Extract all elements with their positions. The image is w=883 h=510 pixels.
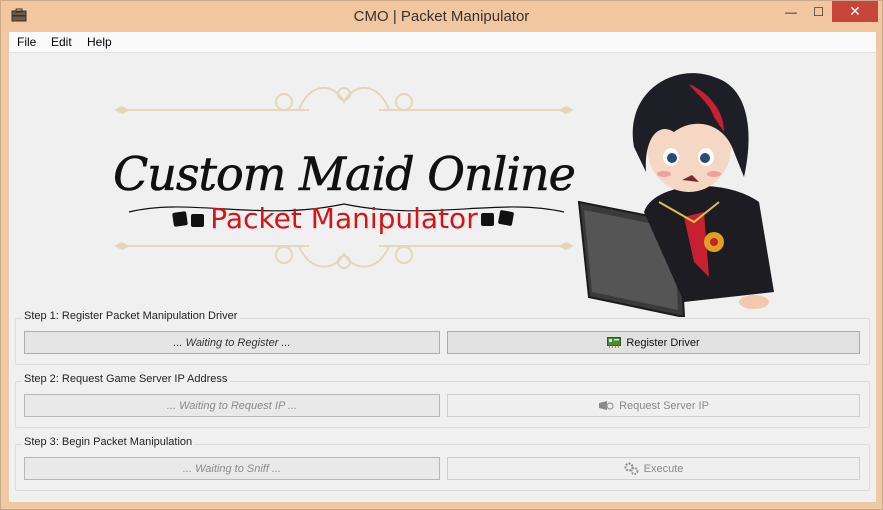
request-server-ip-label: Request Server IP xyxy=(619,399,709,412)
banner-logo: Custom Maid Online Packet Manipulator xyxy=(113,86,576,269)
close-button[interactable]: ✕ xyxy=(832,1,878,22)
menu-bar: File Edit Help xyxy=(9,32,876,53)
execute-label: Execute xyxy=(643,462,684,475)
step-1-label: Step 1: Register Packet Manipulation Dri… xyxy=(22,310,240,322)
step-1-status: ... Waiting to Register ... xyxy=(24,331,440,354)
step-3-label: Step 3: Begin Packet Manipulation xyxy=(22,436,195,448)
network-card-icon xyxy=(607,337,622,348)
menu-edit[interactable]: Edit xyxy=(51,35,72,49)
mascot-illustration xyxy=(577,73,774,317)
window-title: CMO | Packet Manipulator xyxy=(353,8,530,25)
maximize-button[interactable]: ☐ xyxy=(805,1,832,22)
step-3-status: ... Waiting to Sniff ... xyxy=(24,457,440,480)
gears-icon xyxy=(624,462,639,475)
step-1-group: Step 1: Register Packet Manipulation Dri… xyxy=(15,310,870,365)
execute-button[interactable]: Execute xyxy=(447,457,860,480)
remote-request-icon xyxy=(599,400,614,410)
request-server-ip-button[interactable]: Request Server IP xyxy=(447,394,860,417)
banner-subtitle: Packet Manipulator xyxy=(210,202,478,235)
minimize-button[interactable]: — xyxy=(777,1,805,22)
register-driver-button[interactable]: Register Driver xyxy=(447,331,860,354)
banner-title: Custom Maid Online xyxy=(113,147,575,201)
menu-help[interactable]: Help xyxy=(87,35,112,49)
client-area: File Edit Help Custom Maid Online Packet… xyxy=(9,32,876,502)
step-2-status: ... Waiting to Request IP ... xyxy=(24,394,440,417)
app-window: CMO | Packet Manipulator — ☐ ✕ File Edit… xyxy=(0,0,883,510)
menu-file[interactable]: File xyxy=(17,35,36,49)
title-bar[interactable]: CMO | Packet Manipulator — ☐ ✕ xyxy=(1,1,882,32)
step-2-label: Step 2: Request Game Server IP Address xyxy=(22,373,230,385)
step-2-group: Step 2: Request Game Server IP Address .… xyxy=(15,373,870,428)
register-driver-label: Register Driver xyxy=(626,336,700,349)
step-3-group: Step 3: Begin Packet Manipulation ... Wa… xyxy=(15,436,870,491)
